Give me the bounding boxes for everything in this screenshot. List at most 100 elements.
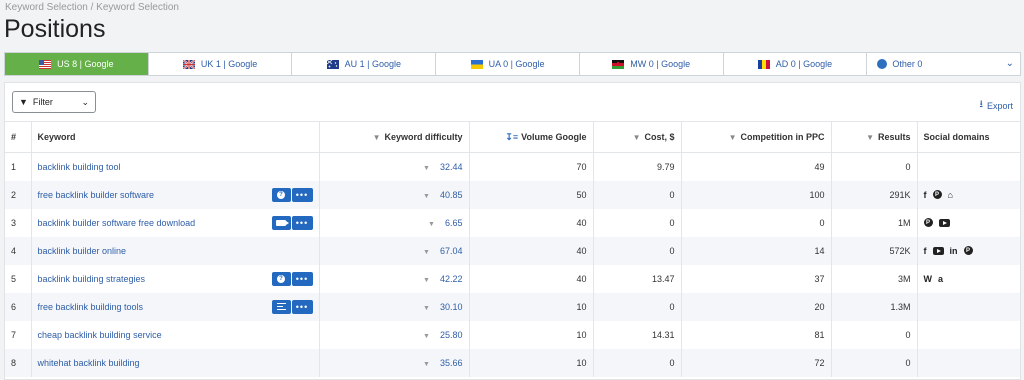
social-icons: f P ⌂ <box>924 190 1015 200</box>
tab-ad[interactable]: AD 0 | Google <box>724 53 868 75</box>
keyword-difficulty-cell: ▼ 42.22 <box>318 264 469 293</box>
col-results[interactable]: ▼ Results <box>830 121 917 153</box>
keyword-link[interactable]: whitehat backlink building <box>38 358 140 368</box>
question-button[interactable]: ? <box>271 187 291 202</box>
video-button[interactable] <box>271 215 291 230</box>
keyword-difficulty-value[interactable]: 6.65 <box>445 218 463 228</box>
filter-button[interactable]: ▼ Filter ⌄ <box>12 91 96 113</box>
expand-arrow-icon[interactable]: ▼ <box>423 333 430 340</box>
linkedin-icon[interactable]: in <box>950 246 958 256</box>
keyword-difficulty-value[interactable]: 30.10 <box>440 302 463 312</box>
youtube-icon[interactable] <box>938 218 950 227</box>
shop-icon[interactable]: ⌂ <box>948 190 953 200</box>
keyword-link[interactable]: backlink builder online <box>38 246 127 256</box>
expand-arrow-icon[interactable]: ▼ <box>423 249 430 256</box>
keyword-link[interactable]: free backlink building tools <box>38 302 144 312</box>
competition-cell: 81 <box>680 320 831 349</box>
col-volume[interactable]: ↧≡ Volume Google <box>468 121 593 153</box>
keyword-difficulty-value[interactable]: 67.04 <box>440 246 463 256</box>
row-number: 5 <box>11 273 17 284</box>
facebook-icon[interactable]: f <box>924 246 927 256</box>
sort-icon: ▼ <box>728 133 737 142</box>
col-competition[interactable]: ▼ Competition in PPC <box>680 121 831 153</box>
tab-other[interactable]: Other 0 ⌄ <box>867 53 1020 75</box>
sort-icon: ▼ <box>866 133 874 142</box>
row-number: 1 <box>11 161 17 172</box>
keyword-difficulty-value[interactable]: 42.22 <box>440 274 463 284</box>
pinterest-icon[interactable]: P <box>923 218 933 227</box>
keyword-cell: cheap backlink building service <box>30 320 319 349</box>
expand-arrow-icon[interactable]: ▼ <box>423 305 430 312</box>
keyword-link[interactable]: backlink builder software free download <box>38 218 196 228</box>
youtube-icon[interactable] <box>932 246 944 255</box>
tab-ua[interactable]: UA 0 | Google <box>436 53 580 75</box>
cost-cell: 0 <box>592 236 681 265</box>
table-row: 3 backlink builder software free download… <box>5 208 1020 237</box>
col-cost[interactable]: ▼ Cost, $ <box>592 121 681 153</box>
wikipedia-icon[interactable]: W <box>924 274 933 284</box>
search-engine-tabs: US 8 | Google UK 1 | Google AU 1 | Googl… <box>4 52 1021 76</box>
table-header-row: # Keyword ▼ Keyword difficulty ↧≡ Volume G… <box>5 121 1020 153</box>
expand-arrow-icon[interactable]: ▼ <box>428 221 435 228</box>
competition-cell: 72 <box>680 348 831 377</box>
keyword-link[interactable]: cheap backlink building service <box>38 330 162 340</box>
list-button[interactable] <box>271 299 291 314</box>
expand-arrow-icon[interactable]: ▼ <box>423 277 430 284</box>
more-options-button[interactable]: ••• <box>291 299 313 314</box>
keyword-cell: backlink builder software free download •… <box>30 208 319 237</box>
export-button[interactable]: ⭳ Export <box>979 97 1013 114</box>
globe-icon <box>877 59 888 69</box>
more-options-button[interactable]: ••• <box>291 187 313 202</box>
download-icon: ⭳ <box>979 99 983 110</box>
competition-cell: 14 <box>680 236 831 265</box>
keyword-difficulty-value[interactable]: 32.44 <box>440 162 463 172</box>
col-keyword-difficulty[interactable]: ▼ Keyword difficulty <box>318 121 469 153</box>
pinterest-icon[interactable]: P <box>963 246 973 255</box>
tab-label: AU 1 | Google <box>344 59 401 69</box>
amazon-icon[interactable]: a <box>938 274 943 284</box>
more-options-button[interactable]: ••• <box>291 271 313 286</box>
table-row: 1 backlink building tool ▼ 32.44 70 9.79 49 0 <box>5 152 1020 181</box>
social-domains-cell <box>916 292 1020 321</box>
tab-mw[interactable]: MW 0 | Google <box>580 53 724 75</box>
expand-arrow-icon[interactable]: ▼ <box>423 193 430 200</box>
social-domains-cell: f in P <box>916 236 1020 265</box>
row-number: 7 <box>11 329 17 340</box>
competition-cell: 20 <box>680 292 831 321</box>
keyword-link[interactable]: backlink building strategies <box>38 274 146 284</box>
keyword-difficulty-value[interactable]: 25.80 <box>440 330 463 340</box>
competition-cell: 37 <box>680 264 831 293</box>
cost-cell: 0 <box>592 180 681 209</box>
question-button[interactable]: ? <box>271 271 291 286</box>
row-number: 3 <box>11 217 17 228</box>
social-domains-cell: Wa <box>916 264 1020 293</box>
facebook-icon[interactable]: f <box>924 190 927 200</box>
pinterest-icon[interactable]: P <box>932 190 942 199</box>
volume-cell: 10 <box>468 292 593 321</box>
results-cell: 0 <box>830 152 917 181</box>
chevron-down-icon[interactable]: ⌄ <box>1006 58 1014 69</box>
keyword-cell: backlink building tool <box>30 152 319 181</box>
row-number: 2 <box>5 180 31 209</box>
expand-arrow-icon[interactable]: ▼ <box>423 165 430 172</box>
uk-flag-icon <box>182 58 196 70</box>
us-flag-icon <box>39 59 52 69</box>
social-domains-cell <box>916 348 1020 377</box>
results-cell: 572K <box>830 236 917 265</box>
results-cell: 291K <box>830 180 917 209</box>
row-actions: ? ••• <box>271 187 313 202</box>
expand-arrow-icon[interactable]: ▼ <box>423 361 430 368</box>
competition-cell: 100 <box>680 180 831 209</box>
keyword-difficulty-value[interactable]: 35.66 <box>440 358 463 368</box>
keyword-difficulty-value[interactable]: 40.85 <box>440 190 463 200</box>
table-row: 5 backlink building strategies? ••• ▼ 42.22 4… <box>5 264 1020 293</box>
keyword-link[interactable]: backlink building tool <box>38 162 121 172</box>
keyword-link[interactable]: free backlink builder software <box>38 190 155 200</box>
chevron-down-icon: ⌄ <box>81 97 89 107</box>
tab-au[interactable]: AU 1 | Google <box>292 53 437 75</box>
tab-uk[interactable]: UK 1 | Google <box>149 53 293 75</box>
volume-cell: 50 <box>468 180 593 209</box>
tab-us[interactable]: US 8 | Google <box>5 53 149 75</box>
col-keyword[interactable]: Keyword <box>30 121 319 153</box>
more-options-button[interactable]: ••• <box>291 215 313 230</box>
